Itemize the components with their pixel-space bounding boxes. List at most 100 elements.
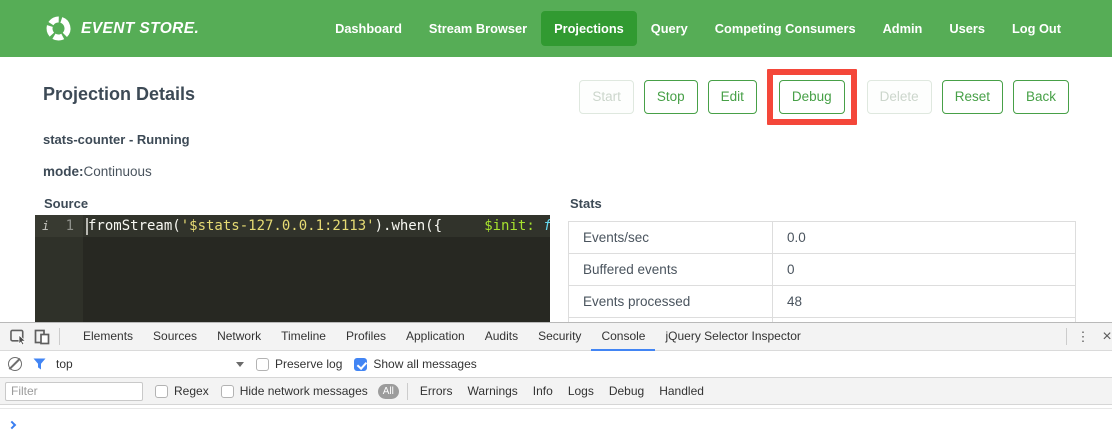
context-value: top <box>56 357 73 371</box>
preserve-log-checkbox-group[interactable]: Preserve log <box>256 357 342 371</box>
console-prompt[interactable] <box>0 408 1112 431</box>
show-all-messages-checkbox-group[interactable]: Show all messages <box>354 357 476 371</box>
projection-name-status: stats-counter - Running <box>43 132 190 147</box>
line-number: 1 <box>66 215 74 237</box>
annotation-info-icon: i <box>42 215 49 237</box>
devtools-panel: Elements Sources Network Timeline Profil… <box>0 322 1112 440</box>
tab-jquery-selector-inspector[interactable]: jQuery Selector Inspector <box>655 323 810 351</box>
device-toolbar-icon[interactable] <box>30 325 54 349</box>
delete-button: Delete <box>867 80 932 114</box>
regex-checkbox-group[interactable]: Regex <box>155 384 209 398</box>
preserve-log-label: Preserve log <box>275 357 342 371</box>
execution-context-selector[interactable]: top <box>56 357 244 371</box>
divider <box>407 383 408 400</box>
regex-checkbox[interactable] <box>155 385 168 398</box>
devtools-tabs: Elements Sources Network Timeline Profil… <box>73 323 811 351</box>
table-row: Events/sec 0.0 <box>569 222 1076 254</box>
devtools-close-icon[interactable]: × <box>1094 328 1112 346</box>
devtools-tabbar: Elements Sources Network Timeline Profil… <box>0 323 1112 351</box>
debug-highlight-annotation: Debug <box>767 69 857 125</box>
stat-label: Events processed <box>569 286 773 318</box>
stat-value: 0 <box>773 254 1076 286</box>
hide-network-checkbox-group[interactable]: Hide network messages <box>221 384 368 398</box>
inspect-element-icon[interactable] <box>6 325 30 349</box>
filter-levels: Errors Warnings Info Logs Debug Handled <box>420 384 704 398</box>
debug-button[interactable]: Debug <box>779 80 845 114</box>
show-all-messages-label: Show all messages <box>373 357 476 371</box>
tab-elements[interactable]: Elements <box>73 323 143 351</box>
console-filterbar: Regex Hide network messages All Errors W… <box>0 378 1112 405</box>
tab-profiles[interactable]: Profiles <box>336 323 396 351</box>
mode-value: Continuous <box>84 164 152 179</box>
tab-security[interactable]: Security <box>528 323 591 351</box>
brand-text: EVENT STORE. <box>81 20 199 38</box>
tab-application[interactable]: Application <box>396 323 475 351</box>
editor-gutter: i 1 <box>35 215 83 322</box>
edit-button[interactable]: Edit <box>708 80 757 114</box>
stat-label: Buffered events <box>569 254 773 286</box>
top-navbar: EVENT STORE. Dashboard Stream Browser Pr… <box>0 0 1112 57</box>
show-all-messages-checkbox[interactable] <box>354 358 367 371</box>
projection-action-buttons: Start Stop Edit Debug Delete Reset Back <box>579 68 1069 126</box>
code-token: ).when({ <box>375 215 442 237</box>
code-token-function: fu <box>535 215 550 237</box>
tab-network[interactable]: Network <box>207 323 271 351</box>
filter-input[interactable] <box>5 382 143 401</box>
nav-item-users[interactable]: Users <box>936 11 998 46</box>
divider <box>1066 328 1067 345</box>
stat-label: Events/sec <box>569 222 773 254</box>
devtools-window-controls: ⋮ × <box>1061 328 1112 346</box>
reset-button[interactable]: Reset <box>942 80 1003 114</box>
eventstore-logo[interactable]: EVENT STORE. <box>45 15 199 42</box>
tab-console[interactable]: Console <box>591 323 655 351</box>
filter-level-warnings[interactable]: Warnings <box>468 384 518 398</box>
divider <box>59 328 60 345</box>
nav-item-log-out[interactable]: Log Out <box>999 11 1074 46</box>
nav-item-competing-consumers[interactable]: Competing Consumers <box>702 11 869 46</box>
nav-item-query[interactable]: Query <box>638 11 701 46</box>
source-heading: Source <box>44 196 88 211</box>
nav-item-stream-browser[interactable]: Stream Browser <box>416 11 540 46</box>
filter-level-debug[interactable]: Debug <box>609 384 644 398</box>
nav-item-dashboard[interactable]: Dashboard <box>322 11 415 46</box>
stop-button[interactable]: Stop <box>644 80 698 114</box>
tab-sources[interactable]: Sources <box>143 323 207 351</box>
mode-label: mode: <box>43 164 84 179</box>
console-toolbar: top Preserve log Show all messages <box>0 351 1112 378</box>
devtools-menu-icon[interactable]: ⋮ <box>1072 329 1094 345</box>
filter-level-handled[interactable]: Handled <box>659 384 704 398</box>
hide-network-label: Hide network messages <box>240 384 368 398</box>
code-line-1: fromStream('$stats-127.0.0.1:2113').when… <box>83 215 550 237</box>
eventstore-logo-icon <box>45 15 72 42</box>
nav-item-projections[interactable]: Projections <box>541 11 637 46</box>
code-whitespace <box>442 215 484 237</box>
console-prompt-chevron-icon <box>8 421 16 429</box>
back-button[interactable]: Back <box>1013 80 1069 114</box>
page-title: Projection Details <box>43 84 195 105</box>
regex-label: Regex <box>174 384 209 398</box>
tab-timeline[interactable]: Timeline <box>271 323 336 351</box>
editor-code-area[interactable]: fromStream('$stats-127.0.0.1:2113').when… <box>83 215 550 322</box>
preserve-log-checkbox[interactable] <box>256 358 269 371</box>
nav-item-admin[interactable]: Admin <box>870 11 936 46</box>
table-row: Buffered events 0 <box>569 254 1076 286</box>
tab-audits[interactable]: Audits <box>475 323 528 351</box>
filter-funnel-icon[interactable] <box>33 358 46 370</box>
chevron-down-icon <box>236 362 244 367</box>
stats-heading: Stats <box>570 196 602 211</box>
hide-network-checkbox[interactable] <box>221 385 234 398</box>
filter-level-logs[interactable]: Logs <box>568 384 594 398</box>
code-token-init: $init: <box>484 215 535 237</box>
code-token: fromStream( <box>88 215 181 237</box>
clear-console-icon[interactable] <box>8 357 22 371</box>
filter-level-info[interactable]: Info <box>533 384 553 398</box>
code-token-string: '$stats-127.0.0.1:2113' <box>181 215 375 237</box>
filter-level-all-badge[interactable]: All <box>378 384 399 399</box>
stat-value: 48 <box>773 286 1076 318</box>
source-code-editor[interactable]: i 1 fromStream('$stats-127.0.0.1:2113').… <box>35 215 550 322</box>
projection-mode: mode:Continuous <box>43 164 152 179</box>
start-button: Start <box>579 80 634 114</box>
nav-menu: Dashboard Stream Browser Projections Que… <box>322 11 1074 46</box>
filter-level-errors[interactable]: Errors <box>420 384 453 398</box>
table-row: Events processed 48 <box>569 286 1076 318</box>
